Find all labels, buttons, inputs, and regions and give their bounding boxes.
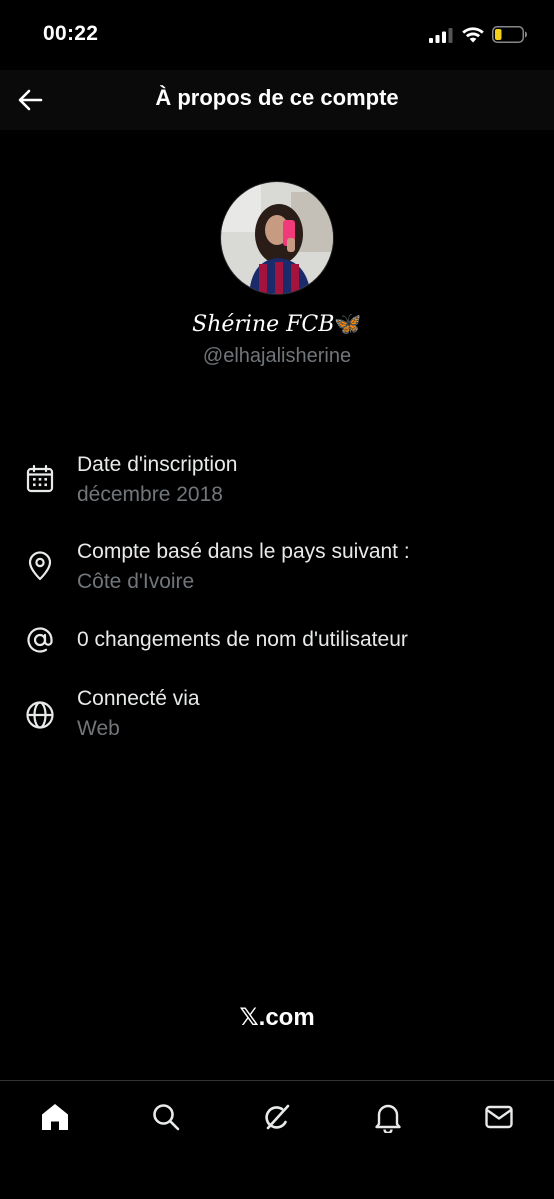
display-name-text: Shérine FCB xyxy=(192,312,335,337)
nav-messages[interactable] xyxy=(481,1099,517,1135)
wifi-icon xyxy=(462,27,484,43)
connected-via-label: Connecté via xyxy=(77,687,200,710)
username-handle: @elhajalisherine xyxy=(202,345,352,367)
home-icon xyxy=(42,1104,68,1130)
signal-icon xyxy=(429,28,453,43)
nav-search[interactable] xyxy=(148,1099,184,1135)
status-time: 00:22 xyxy=(43,22,99,45)
messages-icon xyxy=(485,1105,513,1129)
display-name: Shérine FCB🦋 xyxy=(0,312,554,337)
notifications-icon xyxy=(375,1104,401,1133)
page-title: À propos de ce compte xyxy=(155,85,399,110)
connected-via-value: Web xyxy=(77,717,120,740)
butterfly-emoji: 🦋 xyxy=(334,312,362,337)
username-changes-row: 0 changements de nom d'utilisateur xyxy=(0,624,554,658)
top-app-bar: À propos de ce compte xyxy=(0,70,554,130)
at-sign-icon xyxy=(27,627,53,653)
location-row: Compte basé dans le pays suivant : Côte … xyxy=(0,537,554,601)
battery-icon xyxy=(492,26,527,43)
nav-home[interactable] xyxy=(37,1099,73,1135)
joined-row: Date d'inscription décembre 2018 xyxy=(0,450,554,514)
connected-via-row: Connecté via Web xyxy=(0,684,554,748)
profile-photo xyxy=(221,182,333,294)
grok-icon xyxy=(265,1104,290,1130)
search-icon xyxy=(153,1104,180,1131)
location-pin-icon xyxy=(28,551,52,581)
x-com-link[interactable]: 𝕏.com xyxy=(0,1003,554,1032)
calendar-icon xyxy=(26,464,54,493)
joined-value: décembre 2018 xyxy=(77,483,223,506)
bottom-navigation xyxy=(0,1080,554,1199)
username-changes-label: 0 changements de nom d'utilisateur xyxy=(77,628,408,651)
location-value: Côte d'Ivoire xyxy=(77,570,195,593)
location-label: Compte basé dans le pays suivant : xyxy=(77,540,410,563)
joined-label: Date d'inscription xyxy=(77,453,238,476)
avatar[interactable] xyxy=(220,181,334,295)
status-bar: 00:22 xyxy=(0,0,554,70)
nav-notifications[interactable] xyxy=(370,1099,406,1135)
globe-icon xyxy=(26,701,54,729)
nav-grok[interactable] xyxy=(259,1099,295,1135)
